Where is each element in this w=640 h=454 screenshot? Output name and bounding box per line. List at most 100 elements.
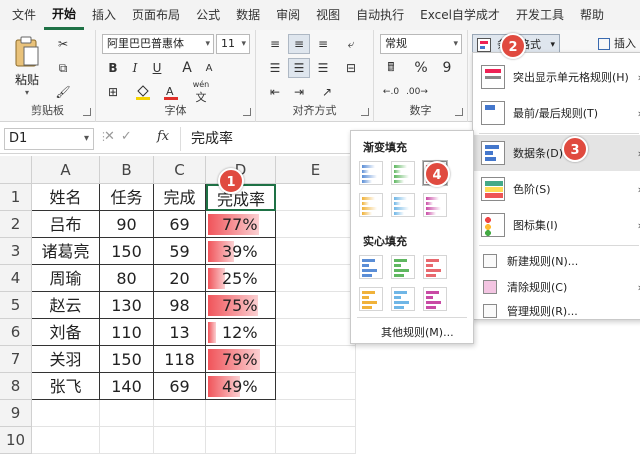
tab-home[interactable]: 开始 — [44, 1, 85, 30]
gradient-databar-swatch[interactable] — [423, 193, 447, 217]
solid-databar-swatch[interactable] — [359, 255, 383, 279]
align-middle-icon[interactable]: ≡ — [288, 34, 310, 54]
clipboard-launcher-icon[interactable] — [83, 108, 91, 116]
table-cell[interactable]: 吕布 — [32, 211, 100, 238]
chevron-down-icon[interactable]: ▾ — [84, 129, 89, 149]
tab-help[interactable]: 帮助 — [572, 0, 612, 30]
table-cell[interactable]: 周瑜 — [32, 265, 100, 292]
solid-databar-swatch[interactable] — [359, 287, 383, 311]
copy-icon[interactable]: ⧉ — [52, 58, 74, 78]
column-header-c[interactable]: C — [154, 156, 206, 184]
table-cell[interactable]: 关羽 — [32, 346, 100, 373]
percent-style-button[interactable]: % — [410, 58, 432, 78]
menu-item-top-bottom-rules[interactable]: 最前/最后规则(T)› — [473, 95, 640, 131]
solid-databar-swatch[interactable] — [423, 287, 447, 311]
table-cell[interactable]: 59 — [154, 238, 206, 265]
tab-review[interactable]: 审阅 — [268, 0, 308, 30]
increase-indent-icon[interactable]: ⇥ — [288, 82, 310, 102]
menu-item-manage-rules[interactable]: 管理规则(R)... — [473, 299, 640, 323]
decrease-indent-icon[interactable]: ⇤ — [264, 82, 286, 102]
menu-item-clear-rules[interactable]: 清除规则(C)› — [473, 275, 640, 299]
header-cell[interactable]: 任务 — [100, 184, 154, 211]
solid-databar-swatch[interactable] — [423, 255, 447, 279]
rate-cell[interactable]: 75% — [206, 292, 276, 319]
table-cell[interactable]: 80 — [100, 265, 154, 292]
row-header[interactable]: 4 — [0, 265, 32, 292]
tab-page-layout[interactable]: 页面布局 — [124, 0, 188, 30]
font-color-icon[interactable]: A — [160, 82, 182, 102]
table-cell[interactable]: 张飞 — [32, 373, 100, 400]
border-icon[interactable]: ⊞ — [102, 82, 124, 102]
tab-data[interactable]: 数据 — [228, 0, 268, 30]
empty-cell[interactable] — [32, 400, 100, 427]
paste-button[interactable]: 粘贴 ▾ — [10, 36, 44, 97]
menu-item-data-bars[interactable]: 数据条(D)› — [473, 135, 640, 171]
decrease-decimal-icon[interactable]: .00→ — [406, 82, 428, 102]
header-cell[interactable]: 姓名 — [32, 184, 100, 211]
font-name-select[interactable]: 阿里巴巴普惠体 ▾ — [102, 34, 214, 54]
rate-cell[interactable]: 39% — [206, 238, 276, 265]
tab-developer[interactable]: 开发工具 — [508, 0, 572, 30]
empty-cell[interactable] — [276, 427, 356, 454]
gradient-databar-swatch[interactable] — [359, 161, 383, 185]
row-header[interactable]: 2 — [0, 211, 32, 238]
table-cell[interactable]: 赵云 — [32, 292, 100, 319]
insert-function-button[interactable]: fx — [157, 129, 169, 144]
empty-cell[interactable] — [32, 427, 100, 454]
tab-automate[interactable]: 自动执行 — [348, 0, 412, 30]
number-format-select[interactable]: 常规 ▾ — [380, 34, 462, 54]
table-cell[interactable]: 69 — [154, 211, 206, 238]
table-cell[interactable]: 90 — [100, 211, 154, 238]
row-header[interactable]: 7 — [0, 346, 32, 373]
table-cell[interactable]: 118 — [154, 346, 206, 373]
number-launcher-icon[interactable] — [455, 108, 463, 116]
empty-cell[interactable] — [276, 319, 356, 346]
shrink-font-button[interactable]: A — [198, 58, 220, 78]
italic-button[interactable]: I — [124, 58, 146, 78]
rate-cell[interactable]: 49% — [206, 373, 276, 400]
empty-cell[interactable] — [100, 427, 154, 454]
empty-cell[interactable] — [154, 427, 206, 454]
row-header[interactable]: 5 — [0, 292, 32, 319]
table-cell[interactable]: 140 — [100, 373, 154, 400]
tab-formulas[interactable]: 公式 — [188, 0, 228, 30]
solid-databar-swatch[interactable] — [391, 255, 415, 279]
font-launcher-icon[interactable] — [243, 108, 251, 116]
table-cell[interactable]: 诸葛亮 — [32, 238, 100, 265]
empty-cell[interactable] — [276, 211, 356, 238]
phonetic-button[interactable]: wén 文 — [190, 80, 212, 104]
gradient-databar-swatch[interactable] — [391, 193, 415, 217]
row-header[interactable]: 6 — [0, 319, 32, 346]
column-header-a[interactable]: A — [32, 156, 100, 184]
fill-color-icon[interactable] — [132, 82, 154, 102]
solid-databar-swatch[interactable] — [391, 287, 415, 311]
accounting-format-icon[interactable]: 🖩 — [380, 58, 402, 78]
table-cell[interactable]: 20 — [154, 265, 206, 292]
align-top-icon[interactable]: ≡ — [264, 34, 286, 54]
empty-cell[interactable] — [276, 400, 356, 427]
table-cell[interactable]: 150 — [100, 238, 154, 265]
empty-cell[interactable] — [154, 400, 206, 427]
row-header[interactable]: 8 — [0, 373, 32, 400]
table-cell[interactable]: 69 — [154, 373, 206, 400]
empty-cell[interactable] — [276, 292, 356, 319]
format-painter-icon[interactable]: 🖌 — [52, 82, 74, 102]
header-cell[interactable]: 完成 — [154, 184, 206, 211]
increase-decimal-icon[interactable]: ←.0 — [380, 82, 402, 102]
column-header-e[interactable]: E — [276, 156, 356, 184]
empty-cell[interactable] — [206, 400, 276, 427]
rate-cell[interactable]: 12% — [206, 319, 276, 346]
column-header-b[interactable]: B — [100, 156, 154, 184]
table-cell[interactable]: 110 — [100, 319, 154, 346]
tab-file[interactable]: 文件 — [4, 0, 44, 30]
empty-cell[interactable] — [276, 346, 356, 373]
formula-input[interactable]: 完成率 — [180, 127, 350, 151]
tab-view[interactable]: 视图 — [308, 0, 348, 30]
wrap-text-icon[interactable]: ⤶ — [340, 34, 362, 54]
empty-cell[interactable] — [276, 265, 356, 292]
more-rules-link[interactable]: 其他规则(M)... — [381, 324, 454, 340]
menu-item-color-scales[interactable]: 色阶(S)› — [473, 171, 640, 207]
empty-cell[interactable] — [100, 400, 154, 427]
rate-cell[interactable]: 79% — [206, 346, 276, 373]
menu-item-icon-sets[interactable]: 图标集(I)› — [473, 207, 640, 243]
